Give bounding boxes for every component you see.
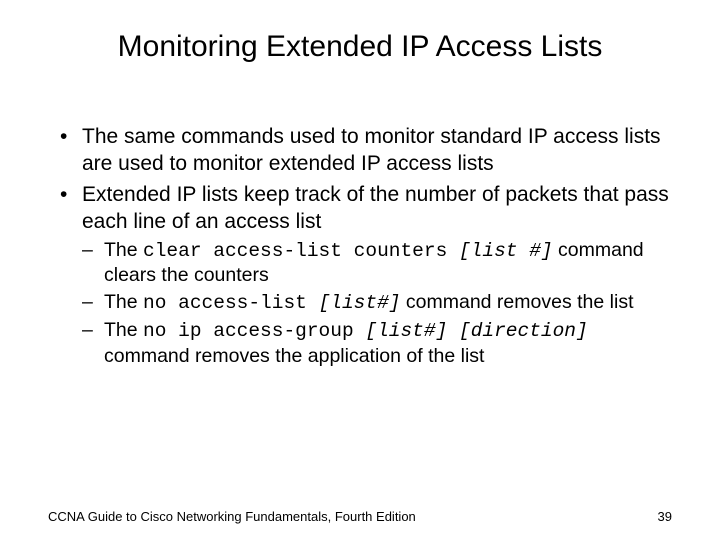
footer: CCNA Guide to Cisco Networking Fundament…: [48, 509, 672, 524]
command-arg: [list#] [direction]: [365, 320, 587, 342]
bullet-list: The same commands used to monitor standa…: [48, 124, 672, 369]
command-arg: [list #]: [459, 240, 553, 262]
bullet-item: The same commands used to monitor standa…: [60, 124, 672, 178]
text: The: [104, 319, 143, 341]
command-text: no ip access-group: [143, 320, 365, 342]
sub-bullet-list: The clear access-list counters [list #] …: [82, 238, 672, 370]
text: command removes the list: [400, 291, 633, 313]
sub-bullet-item: The no access-list [list#] command remov…: [82, 290, 672, 316]
sub-bullet-item: The clear access-list counters [list #] …: [82, 238, 672, 289]
sub-bullet-item: The no ip access-group [list#] [directio…: [82, 318, 672, 369]
text: command removes the application of the l…: [104, 345, 484, 367]
command-arg: [list#]: [319, 292, 401, 314]
page-number: 39: [658, 509, 672, 524]
command-text: clear access-list counters: [143, 240, 459, 262]
command-text: no access-list: [143, 292, 319, 314]
slide: Monitoring Extended IP Access Lists The …: [0, 0, 720, 540]
bullet-item: Extended IP lists keep track of the numb…: [60, 182, 672, 370]
text: The: [104, 291, 143, 313]
bullet-text: Extended IP lists keep track of the numb…: [82, 183, 669, 233]
page-title: Monitoring Extended IP Access Lists: [48, 30, 672, 64]
footer-left: CCNA Guide to Cisco Networking Fundament…: [48, 509, 416, 524]
text: The: [104, 239, 143, 261]
